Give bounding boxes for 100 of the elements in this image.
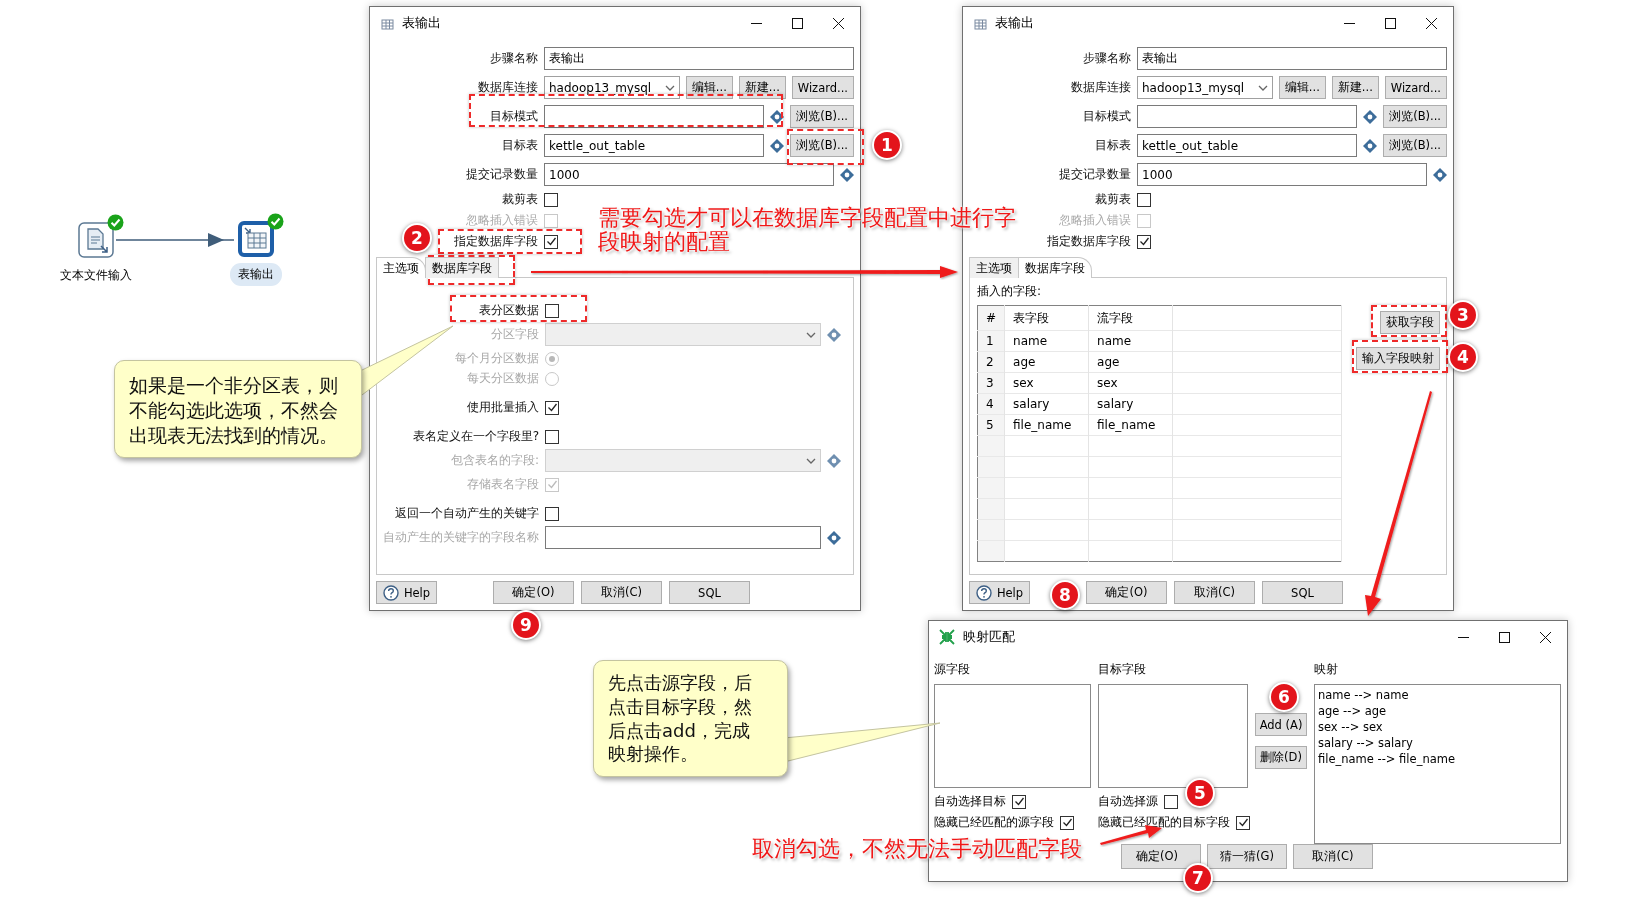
button[interactable]: 确定(O) — [493, 581, 574, 604]
row-number: 5 — [986, 418, 994, 432]
field-label: 包含表名的字段: — [450, 453, 539, 468]
window-title: 表输出 — [995, 14, 1035, 32]
button[interactable]: 编辑... — [685, 76, 733, 99]
button[interactable]: Wizard... — [791, 76, 854, 99]
field-label: 每天分区数据 — [467, 371, 539, 386]
button[interactable]: 确定(O) — [1086, 581, 1167, 604]
callout: 如果是一个非分区表，则不能勾选此选项，不然会出现表无法找到的情况。 — [114, 360, 362, 458]
browse-button[interactable]: 浏览(B)... — [1383, 105, 1447, 128]
button[interactable]: 确定(O) — [1121, 844, 1201, 869]
field-label: 步骤名称 — [1083, 51, 1131, 66]
step-label: 文本文件输入 — [59, 267, 133, 284]
help-button[interactable]: Help — [376, 581, 437, 604]
text-field[interactable]: 1000 — [1137, 163, 1427, 186]
table-cell: sex — [1013, 376, 1034, 390]
field-label: 忽略插入错误 — [466, 213, 538, 228]
button[interactable]: 取消(C) — [581, 581, 662, 604]
field-label: 目标表 — [502, 138, 538, 153]
step-marker: 7 — [1183, 863, 1213, 893]
button[interactable]: 取消(C) — [1174, 581, 1255, 604]
field-label: 数据库连接 — [1071, 80, 1131, 95]
step-label: 表输出 — [230, 263, 282, 286]
help-button[interactable]: Help — [969, 581, 1030, 604]
field-label: 指定数据库字段 — [454, 234, 538, 249]
column-header[interactable]: 流字段 — [1097, 310, 1134, 325]
field-label: 分区字段 — [491, 327, 539, 342]
row-number: 1 — [986, 334, 994, 348]
row-number: 3 — [986, 376, 994, 390]
dropdown[interactable]: hadoop13_mysql — [1137, 76, 1273, 99]
field-label: 提交记录数量 — [1059, 167, 1131, 182]
row-number: 2 — [986, 355, 994, 369]
list-item[interactable]: sex --> sex — [1318, 720, 1557, 734]
section-label: 插入的字段: — [977, 283, 1043, 300]
button[interactable]: Add (A) — [1255, 713, 1307, 736]
button[interactable]: 删除(D) — [1255, 746, 1307, 769]
window-title: 映射匹配 — [963, 628, 1016, 646]
tab[interactable]: 数据库字段 — [425, 257, 499, 278]
list-item[interactable]: file_name --> file_name — [1318, 752, 1557, 766]
field-label: 提交记录数量 — [466, 167, 538, 182]
text-field[interactable]: 表输出 — [544, 47, 854, 70]
field-label: 每个月分区数据 — [455, 351, 539, 366]
field-label: 数据库连接 — [478, 80, 538, 95]
text-field[interactable]: kettle_out_table — [544, 134, 765, 157]
section-label: 目标字段 — [1098, 661, 1147, 678]
button[interactable]: 新建... — [738, 76, 786, 99]
button[interactable]: SQL — [1262, 581, 1343, 604]
section-label: 源字段 — [934, 661, 971, 678]
table-cell: age — [1097, 355, 1120, 369]
field-label: 指定数据库字段 — [1047, 234, 1131, 249]
browse-button[interactable]: 浏览(B)... — [790, 134, 854, 157]
button[interactable]: SQL — [669, 581, 750, 604]
button[interactable]: Wizard... — [1384, 76, 1447, 99]
field-label: 自动产生的关键字的字段名称 — [383, 530, 539, 545]
field-label: 步骤名称 — [490, 51, 538, 66]
text-field[interactable]: 表输出 — [1137, 47, 1447, 70]
button[interactable]: 取消(C) — [1293, 844, 1373, 869]
step-marker: 1 — [872, 130, 902, 160]
table-cell: salary — [1013, 397, 1050, 411]
button[interactable]: 获取字段 — [1380, 311, 1440, 334]
tab[interactable]: 主选项 — [969, 257, 1019, 278]
option-label: 隐藏已经匹配的源字段 — [934, 815, 1054, 830]
field-label: 存储表名字段 — [467, 477, 539, 492]
table-cell: file_name — [1097, 418, 1156, 432]
section-label: 映射 — [1314, 661, 1339, 678]
table-cell: salary — [1097, 397, 1134, 411]
table-cell: name — [1013, 334, 1048, 348]
step-marker: 4 — [1448, 342, 1478, 372]
tab[interactable]: 主选项 — [376, 257, 426, 278]
mapping-list[interactable]: name --> name age --> age sex --> sex salary --> salary file_name --> file_name — [1314, 684, 1561, 844]
field-label: 裁剪表 — [1095, 192, 1131, 207]
list-item[interactable]: age --> age — [1318, 704, 1557, 718]
row-number: 4 — [986, 397, 994, 411]
text-field[interactable]: kettle_out_table — [1137, 134, 1358, 157]
step-marker: 3 — [1448, 300, 1478, 330]
browse-button[interactable]: 浏览(B)... — [790, 105, 854, 128]
field-label: 使用批量插入 — [467, 400, 539, 415]
field-label: 表分区数据 — [479, 303, 539, 318]
button[interactable]: 新建... — [1331, 76, 1379, 99]
list-item[interactable]: salary --> salary — [1318, 736, 1557, 750]
field-label: 忽略插入错误 — [1059, 213, 1131, 228]
window-title: 表输出 — [402, 14, 442, 32]
dropdown[interactable]: hadoop13_mysql — [544, 76, 680, 99]
field-label: 表名定义在一个字段里? — [412, 429, 539, 444]
callout: 先点击源字段，后点击目标字段，然后点击add，完成映射操作。 — [593, 660, 788, 777]
field-label: 目标表 — [1095, 138, 1131, 153]
list-item[interactable]: name --> name — [1318, 688, 1557, 702]
button[interactable]: 猜一猜(G) — [1207, 844, 1287, 869]
text-field[interactable]: 1000 — [544, 163, 834, 186]
tab[interactable]: 数据库字段 — [1018, 257, 1092, 278]
step-marker: 9 — [511, 610, 541, 640]
field-label: 目标模式 — [490, 109, 538, 124]
table-cell: age — [1013, 355, 1036, 369]
browse-button[interactable]: 浏览(B)... — [1383, 134, 1447, 157]
option-label: 自动选择源 — [1098, 794, 1158, 809]
table-cell: name — [1097, 334, 1132, 348]
button[interactable]: 输入字段映射 — [1356, 347, 1440, 370]
option-label: 自动选择目标 — [934, 794, 1006, 809]
button[interactable]: 编辑... — [1278, 76, 1326, 99]
column-header[interactable]: 表字段 — [1013, 310, 1050, 325]
